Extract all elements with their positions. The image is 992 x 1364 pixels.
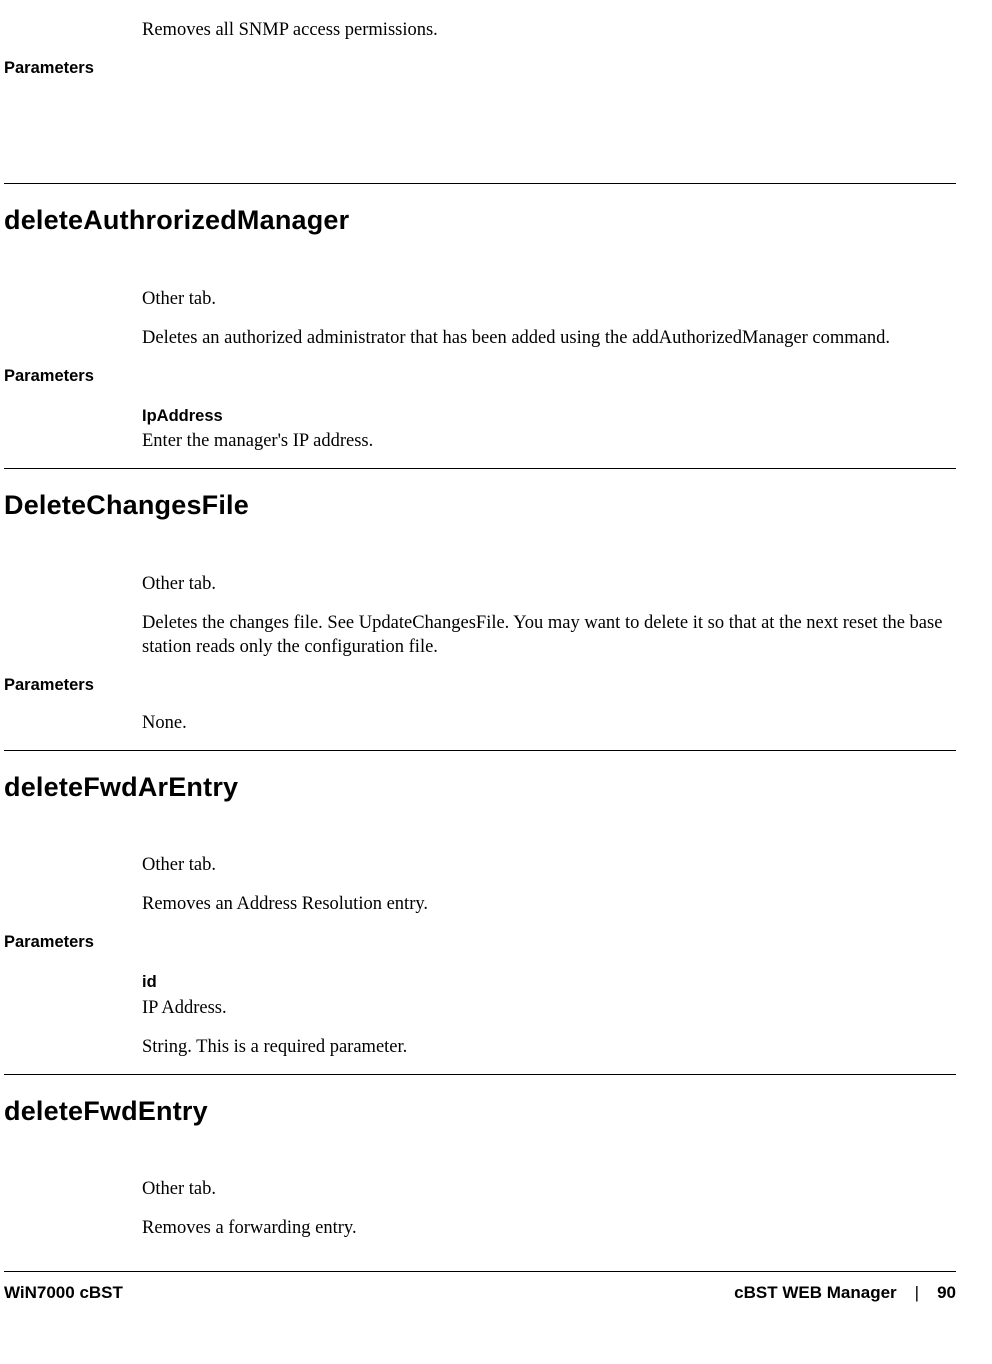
footer-left: WiN7000 cBST xyxy=(4,1282,123,1305)
parameter-name: id xyxy=(142,971,956,993)
page-content: Removes all SNMP access permissions. Par… xyxy=(4,0,956,1325)
footer-separator: | xyxy=(915,1282,919,1305)
description-text: Deletes an authorized administrator that… xyxy=(142,326,956,351)
parameters-none: None. xyxy=(142,711,956,736)
tab-text: Other tab. xyxy=(142,572,956,597)
page: Removes all SNMP access permissions. Par… xyxy=(0,0,992,1364)
parameters-label: Parameters xyxy=(4,57,956,79)
section-deletefwdentry: deleteFwdEntry Other tab. Removes a forw… xyxy=(4,1074,956,1241)
section-heading: deleteFwdArEntry xyxy=(4,769,956,805)
section-deleteauthrorizedmanager: deleteAuthrorizedManager Other tab. Dele… xyxy=(4,183,956,454)
footer-page-number: 90 xyxy=(937,1282,956,1305)
section-gap xyxy=(4,93,956,183)
parameter-description: IP Address. xyxy=(142,996,956,1021)
description-text: Removes an Address Resolution entry. xyxy=(142,892,956,917)
footer-section-label: cBST WEB Manager xyxy=(734,1282,896,1305)
tab-text: Other tab. xyxy=(142,853,956,878)
parameter-name: IpAddress xyxy=(142,405,956,427)
section-deletefwdarentry: deleteFwdArEntry Other tab. Removes an A… xyxy=(4,750,956,1060)
intro-text: Removes all SNMP access permissions. xyxy=(142,18,956,43)
parameters-label: Parameters xyxy=(4,674,956,696)
parameters-label: Parameters xyxy=(4,931,956,953)
parameter-extra: String. This is a required parameter. xyxy=(142,1035,956,1060)
section-heading: deleteFwdEntry xyxy=(4,1093,956,1129)
parameter-description: Enter the manager's IP address. xyxy=(142,429,956,454)
parameters-label: Parameters xyxy=(4,365,956,387)
section-deletechangesfile: DeleteChangesFile Other tab. Deletes the… xyxy=(4,468,956,736)
description-text: Deletes the changes file. See UpdateChan… xyxy=(142,611,956,661)
footer-right: cBST WEB Manager | 90 xyxy=(734,1282,956,1305)
description-text: Removes a forwarding entry. xyxy=(142,1216,956,1241)
tab-text: Other tab. xyxy=(142,287,956,312)
section-heading: deleteAuthrorizedManager xyxy=(4,202,956,238)
tab-text: Other tab. xyxy=(142,1177,956,1202)
section-heading: DeleteChangesFile xyxy=(4,487,956,523)
page-footer: WiN7000 cBST cBST WEB Manager | 90 xyxy=(4,1272,956,1325)
